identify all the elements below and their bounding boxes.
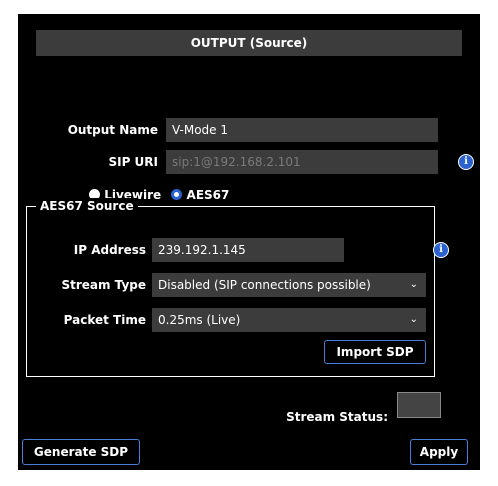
info-icon[interactable]: i xyxy=(433,242,449,258)
packet-time-label: Packet Time xyxy=(63,313,146,327)
ip-address-input[interactable]: 239.192.1.145 xyxy=(152,238,344,262)
chevron-down-icon: ⌄ xyxy=(409,314,418,325)
sip-uri-label: SIP URI xyxy=(108,155,158,169)
output-name-label: Output Name xyxy=(67,123,158,137)
info-icon[interactable]: i xyxy=(458,154,474,170)
packet-time-select[interactable]: 0.25ms (Live) ⌄ xyxy=(152,308,426,332)
generate-sdp-button[interactable]: Generate SDP xyxy=(22,439,140,465)
stream-type-select[interactable]: Disabled (SIP connections possible) ⌄ xyxy=(152,273,426,297)
stream-type-value: Disabled (SIP connections possible) xyxy=(158,278,371,292)
sip-uri-input[interactable]: sip:1@192.168.2.101 xyxy=(166,150,438,174)
aes67-source-legend: AES67 Source xyxy=(36,198,138,214)
radio-icon[interactable] xyxy=(171,189,183,200)
ip-address-label: IP Address xyxy=(73,243,146,257)
stream-type-label: Stream Type xyxy=(61,278,146,292)
stream-status-indicator xyxy=(397,392,441,418)
apply-button[interactable]: Apply xyxy=(410,439,468,465)
import-sdp-button[interactable]: Import SDP xyxy=(324,340,426,364)
packet-time-value: 0.25ms (Live) xyxy=(158,313,241,327)
chevron-down-icon: ⌄ xyxy=(409,279,418,290)
aes67-radio[interactable]: AES67 xyxy=(171,188,229,202)
stream-status-label: Stream Status: xyxy=(286,410,388,424)
aes67-radio-label: AES67 xyxy=(186,188,230,202)
output-name-input[interactable]: V-Mode 1 xyxy=(166,118,438,142)
page-title: OUTPUT (Source) xyxy=(36,30,462,56)
